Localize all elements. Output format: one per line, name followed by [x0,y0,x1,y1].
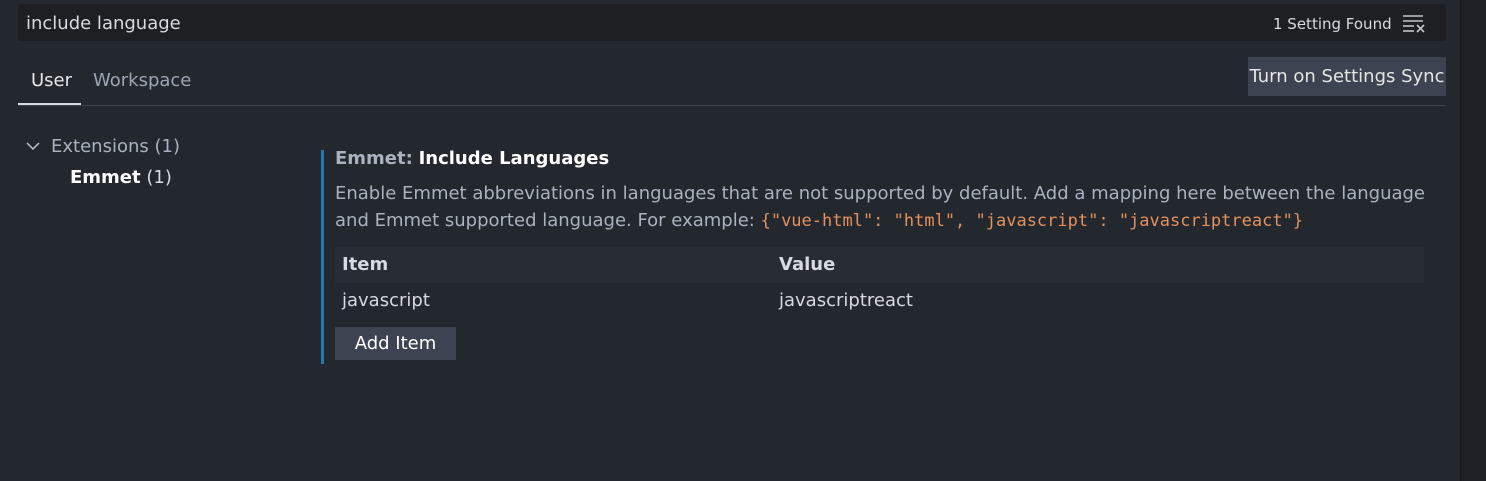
tab-workspace[interactable]: Workspace [93,70,191,91]
settings-search-input[interactable]: include language 1 Setting Found [18,4,1446,41]
clear-filter-icon[interactable] [1402,12,1428,34]
settings-count-badge: 1 Setting Found [1273,15,1392,33]
tab-user[interactable]: User [31,70,72,91]
tree-item-extensions-label: Extensions (1) [51,135,180,157]
setting-description-code-example: {"vue-html": "html", "javascript": "java… [760,211,1304,231]
chevron-down-icon [26,142,40,151]
table-row[interactable]: javascript javascriptreact [335,283,1424,319]
tree-item-extensions[interactable]: Extensions (1) [25,134,180,158]
tree-item-emmet-count: (1) [146,167,172,188]
turn-on-settings-sync-button[interactable]: Turn on Settings Sync [1248,57,1446,96]
search-input-value[interactable]: include language [26,13,181,34]
setting-focus-indicator [321,150,324,364]
tree-item-emmet[interactable]: Emmet (1) [70,167,172,188]
setting-title: Emmet: Include Languages [335,148,609,169]
vertical-scrollbar[interactable] [1461,0,1486,481]
column-header-value: Value [779,254,836,275]
column-header-item: Item [342,254,389,275]
table-header: Item Value [335,247,1424,283]
active-tab-indicator [18,103,81,105]
tree-item-emmet-name: Emmet [70,167,141,188]
row-item-cell: javascript [342,290,430,311]
setting-category: Emmet: [335,148,413,169]
settings-editor: include language 1 Setting Found User Wo… [0,0,1486,481]
tabs-divider [18,105,1446,106]
row-value-cell: javascriptreact [779,290,913,311]
setting-description: Enable Emmet abbreviations in languages … [335,180,1435,235]
add-item-button[interactable]: Add Item [335,327,456,360]
setting-name: Include Languages [418,148,610,169]
